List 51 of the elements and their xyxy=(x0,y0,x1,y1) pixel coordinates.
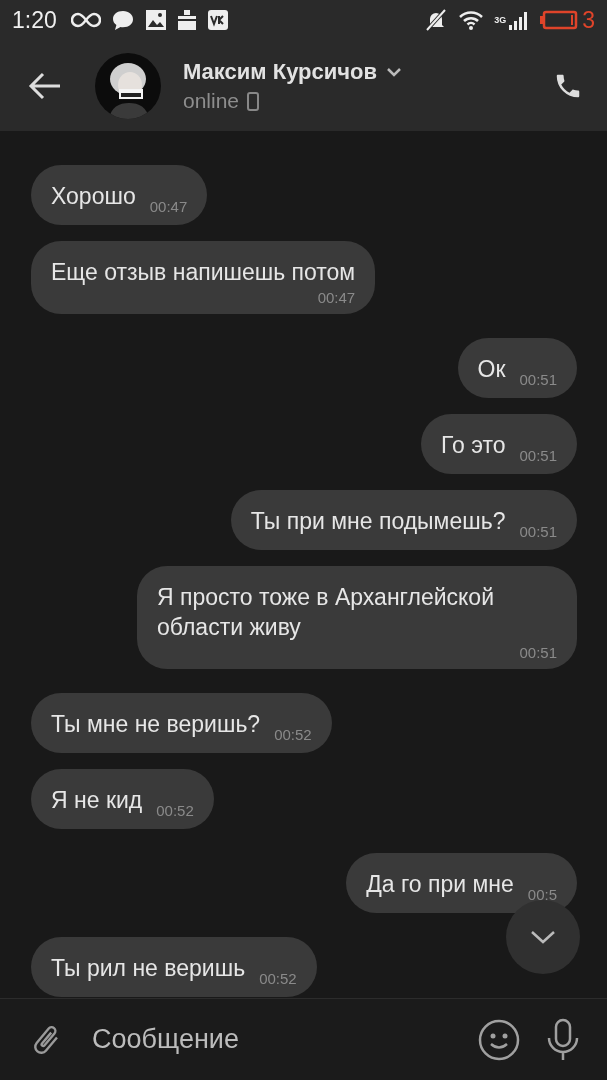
message-time: 00:52 xyxy=(274,726,312,743)
message-time: 00:47 xyxy=(149,198,188,215)
muted-bell-icon xyxy=(424,8,449,32)
infinity-icon xyxy=(70,10,101,30)
message-text: Ок xyxy=(477,356,506,382)
message-text: Ты мне не веришь? xyxy=(51,711,261,737)
message-text: Да го при мне xyxy=(366,871,514,897)
message-bubble[interactable]: Ок 00:51 xyxy=(457,338,577,398)
message-time: 00:52 xyxy=(156,802,194,819)
message-text: Я не кид xyxy=(51,787,143,813)
message-time: 00:52 xyxy=(259,970,297,987)
message-text: Я просто тоже в Арханглейской области живу xyxy=(157,583,495,642)
bag-icon xyxy=(176,9,197,31)
message-text: Ты рил не веришь xyxy=(51,955,246,981)
message-text: Хорошо xyxy=(51,183,136,209)
message-bubble[interactable]: Я не кид 00:52 xyxy=(31,769,214,829)
image-icon xyxy=(144,9,167,31)
chat-bubble-icon xyxy=(110,9,135,31)
status-time: 1:20 xyxy=(12,6,57,34)
presence-status: online xyxy=(183,88,240,113)
message-time: 00:51 xyxy=(519,523,557,540)
message-bubble[interactable]: Ты мне не веришь? 00:52 xyxy=(31,693,332,753)
chevron-down-icon xyxy=(529,928,557,946)
message-text: Ты при мне подымешь? xyxy=(250,508,506,534)
message-text: Го это xyxy=(441,432,506,458)
microphone-icon[interactable] xyxy=(545,1017,581,1062)
battery-icon xyxy=(540,10,579,30)
battery-percent: 3 xyxy=(582,6,595,34)
message-text: Еще отзыв напишешь потом xyxy=(51,258,356,287)
message-bubble[interactable]: Ты рил не веришь 00:52 xyxy=(31,937,317,997)
message-time: 00:51 xyxy=(519,644,557,661)
chevron-down-icon[interactable] xyxy=(385,65,403,78)
message-bubble[interactable]: Да го при мне 00:5 xyxy=(346,853,577,913)
message-bubble[interactable]: Хорошо 00:47 xyxy=(31,165,208,225)
message-bubble[interactable]: Ты при мне подымешь? 00:51 xyxy=(230,490,577,550)
message-time: 00:47 xyxy=(317,289,356,306)
message-time: 00:5 xyxy=(527,886,557,903)
network-type: 3G xyxy=(494,14,507,25)
app-icon xyxy=(206,9,229,31)
message-bubble[interactable]: Еще отзыв напишешь потом 00:47 xyxy=(31,241,376,314)
message-input[interactable]: Сообщение xyxy=(88,1024,453,1055)
message-bubble[interactable]: Го это 00:51 xyxy=(421,414,577,474)
wifi-icon xyxy=(458,9,485,31)
contact-name[interactable]: Максим Курсичов xyxy=(183,58,377,85)
message-time: 00:51 xyxy=(519,371,557,388)
emoji-icon[interactable] xyxy=(477,1017,521,1062)
phone-device-icon xyxy=(247,90,260,111)
message-time: 00:51 xyxy=(519,447,557,464)
back-arrow-icon xyxy=(28,70,62,101)
back-button[interactable] xyxy=(28,70,62,101)
message-bubble[interactable]: Я просто тоже в Арханглейской области живу 00:51 xyxy=(137,566,577,669)
